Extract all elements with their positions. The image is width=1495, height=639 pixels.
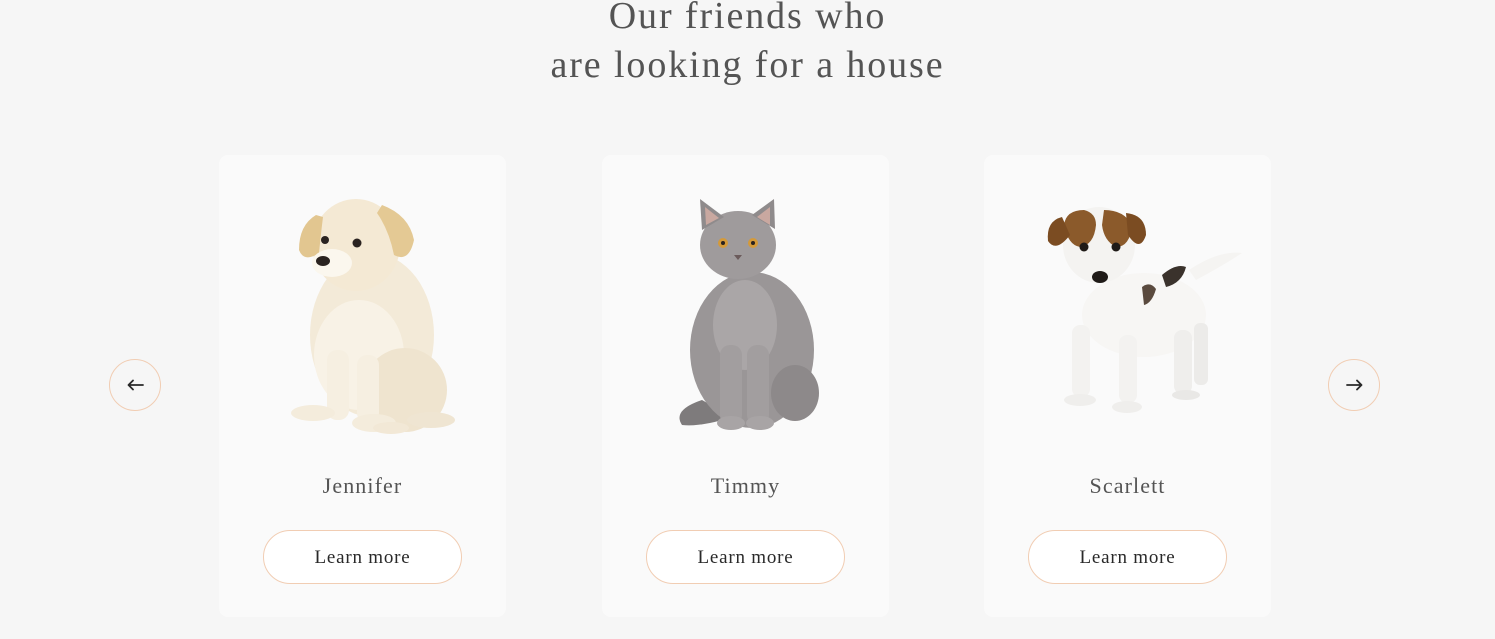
pet-card[interactable]: Timmy Learn more <box>602 155 889 617</box>
pet-name: Scarlett <box>1089 473 1166 498</box>
learn-more-button[interactable]: Learn more <box>646 530 845 584</box>
pet-card[interactable]: Jennifer Learn more <box>219 155 506 617</box>
section-title-line-1: Our friends who <box>608 0 887 37</box>
slider-prev-button[interactable] <box>109 359 161 411</box>
pet-name: Jennifer <box>322 473 403 498</box>
learn-more-button[interactable]: Learn more <box>263 530 462 584</box>
section-title-line-2: are looking for a house <box>550 44 945 86</box>
pet-card[interactable]: Scarlett Learn more <box>984 155 1271 617</box>
learn-more-button[interactable]: Learn more <box>1028 530 1227 584</box>
section-title: Our friends who are looking for a house <box>0 0 1495 90</box>
arrow-right-icon <box>1346 379 1363 391</box>
cat-photo <box>679 199 819 430</box>
pet-name: Timmy <box>710 473 781 498</box>
slider-next-button[interactable] <box>1328 359 1380 411</box>
puppy-photo <box>291 199 455 434</box>
jack-russell-photo <box>1047 207 1242 413</box>
arrow-left-icon <box>127 379 144 391</box>
